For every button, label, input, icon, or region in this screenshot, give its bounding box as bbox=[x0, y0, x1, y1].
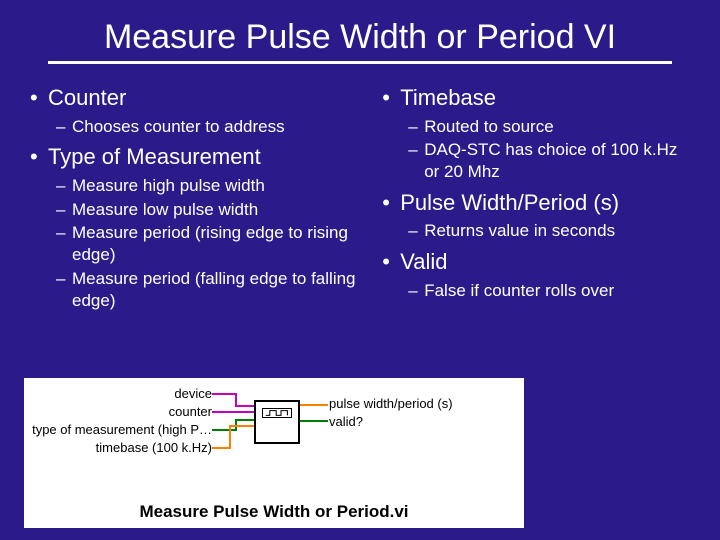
bullet-pulsewidth: Pulse Width/Period (s) bbox=[382, 189, 690, 217]
subbullet-high-pulse: Measure high pulse width bbox=[30, 175, 370, 197]
vi-icon-line1: PULSE bbox=[265, 420, 290, 427]
diagram-label-valid: valid? bbox=[329, 414, 363, 429]
diagram-label-output: pulse width/period (s) bbox=[329, 396, 453, 411]
title-container: Measure Pulse Width or Period VI bbox=[48, 18, 672, 64]
subbullet-low-pulse: Measure low pulse width bbox=[30, 199, 370, 221]
subbullet-daq: DAQ-STC has choice of 100 k.Hz or 20 Mhz bbox=[382, 139, 690, 183]
labview-diagram: device counter type of measurement (high… bbox=[24, 378, 524, 528]
wire-valid bbox=[300, 418, 328, 426]
right-column: Timebase Routed to source DAQ-STC has ch… bbox=[382, 78, 690, 313]
bullet-timebase: Timebase bbox=[382, 84, 690, 112]
wire-device bbox=[212, 388, 256, 408]
diagram-label-device: device bbox=[174, 386, 212, 401]
wire-counter bbox=[212, 408, 256, 418]
subbullet-chooses: Chooses counter to address bbox=[30, 116, 370, 138]
subbullet-returns: Returns value in seconds bbox=[382, 220, 690, 242]
bullet-type-measurement: Type of Measurement bbox=[30, 143, 370, 171]
left-column: Counter Chooses counter to address Type … bbox=[30, 78, 370, 313]
subbullet-false: False if counter rolls over bbox=[382, 280, 690, 302]
subbullet-routed: Routed to source bbox=[382, 116, 690, 138]
subbullet-period-rising: Measure period (rising edge to rising ed… bbox=[30, 222, 370, 266]
subbullet-period-falling: Measure period (falling edge to falling … bbox=[30, 268, 370, 312]
bullet-counter: Counter bbox=[30, 84, 370, 112]
pulse-glyph-icon bbox=[262, 408, 292, 418]
diagram-label-type: type of measurement (high P… bbox=[32, 422, 212, 437]
diagram-label-timebase: timebase (100 k.Hz) bbox=[96, 440, 212, 455]
bullet-valid: Valid bbox=[382, 248, 690, 276]
wire-timebase bbox=[212, 424, 256, 452]
wire-output bbox=[300, 402, 328, 410]
diagram-label-counter: counter bbox=[169, 404, 212, 419]
slide-title: Measure Pulse Width or Period VI bbox=[48, 18, 672, 57]
content-columns: Counter Chooses counter to address Type … bbox=[28, 78, 692, 313]
vi-icon: PULSE PERIOD bbox=[254, 400, 300, 444]
vi-icon-line2: PERIOD bbox=[263, 429, 292, 436]
diagram-caption: Measure Pulse Width or Period.vi bbox=[24, 502, 524, 522]
